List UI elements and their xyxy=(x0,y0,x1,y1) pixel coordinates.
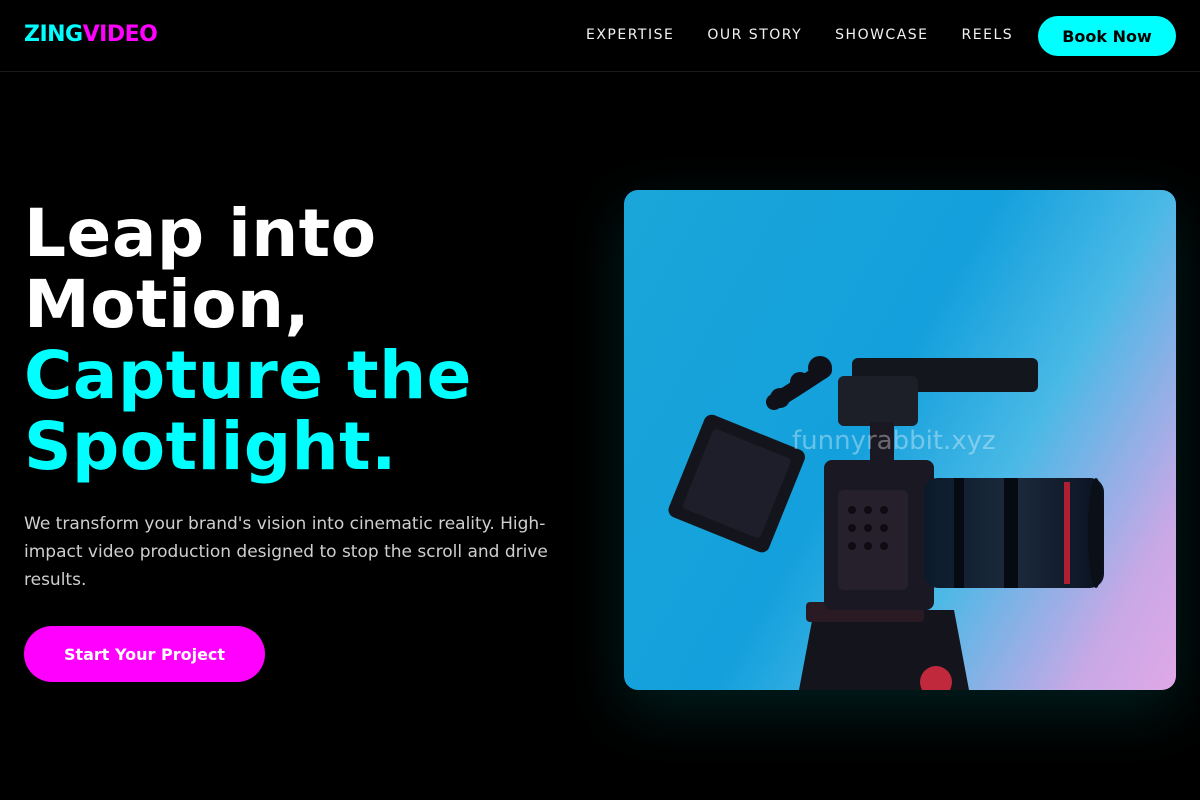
hero-title-line2: Motion, xyxy=(24,266,311,343)
hero-title-line1: Leap into xyxy=(24,195,377,272)
brand-logo-part2: VIDEO xyxy=(82,22,158,47)
nav-item-reels[interactable]: REELS xyxy=(962,26,1014,44)
nav-item-expertise[interactable]: EXPERTISE xyxy=(586,26,674,44)
nav-menu: EXPERTISE OUR STORY SHOWCASE REELS xyxy=(586,26,1046,44)
nav-item-our-story[interactable]: OUR STORY xyxy=(707,26,802,44)
image-watermark: funnyrabbit.xyz xyxy=(792,426,996,456)
brand-logo[interactable]: ZINGVIDEO xyxy=(24,20,158,50)
nav-item-showcase[interactable]: SHOWCASE xyxy=(835,26,928,44)
brand-logo-part1: ZING xyxy=(24,22,83,47)
hero-title: Leap into Motion, Capture the Spotlight. xyxy=(24,198,472,482)
hero-title-line3: Capture the xyxy=(24,337,472,414)
book-now-button[interactable]: Book Now xyxy=(1038,16,1176,56)
top-navbar: ZINGVIDEO EXPERTISE OUR STORY SHOWCASE R… xyxy=(0,0,1200,72)
hero-title-line4: Spotlight. xyxy=(24,408,397,485)
hero-camera-image: funnyrabbit.xyz xyxy=(624,190,1176,690)
hero-subtitle: We transform your brand's vision into ci… xyxy=(24,514,548,590)
start-project-button[interactable]: Start Your Project xyxy=(24,626,265,682)
